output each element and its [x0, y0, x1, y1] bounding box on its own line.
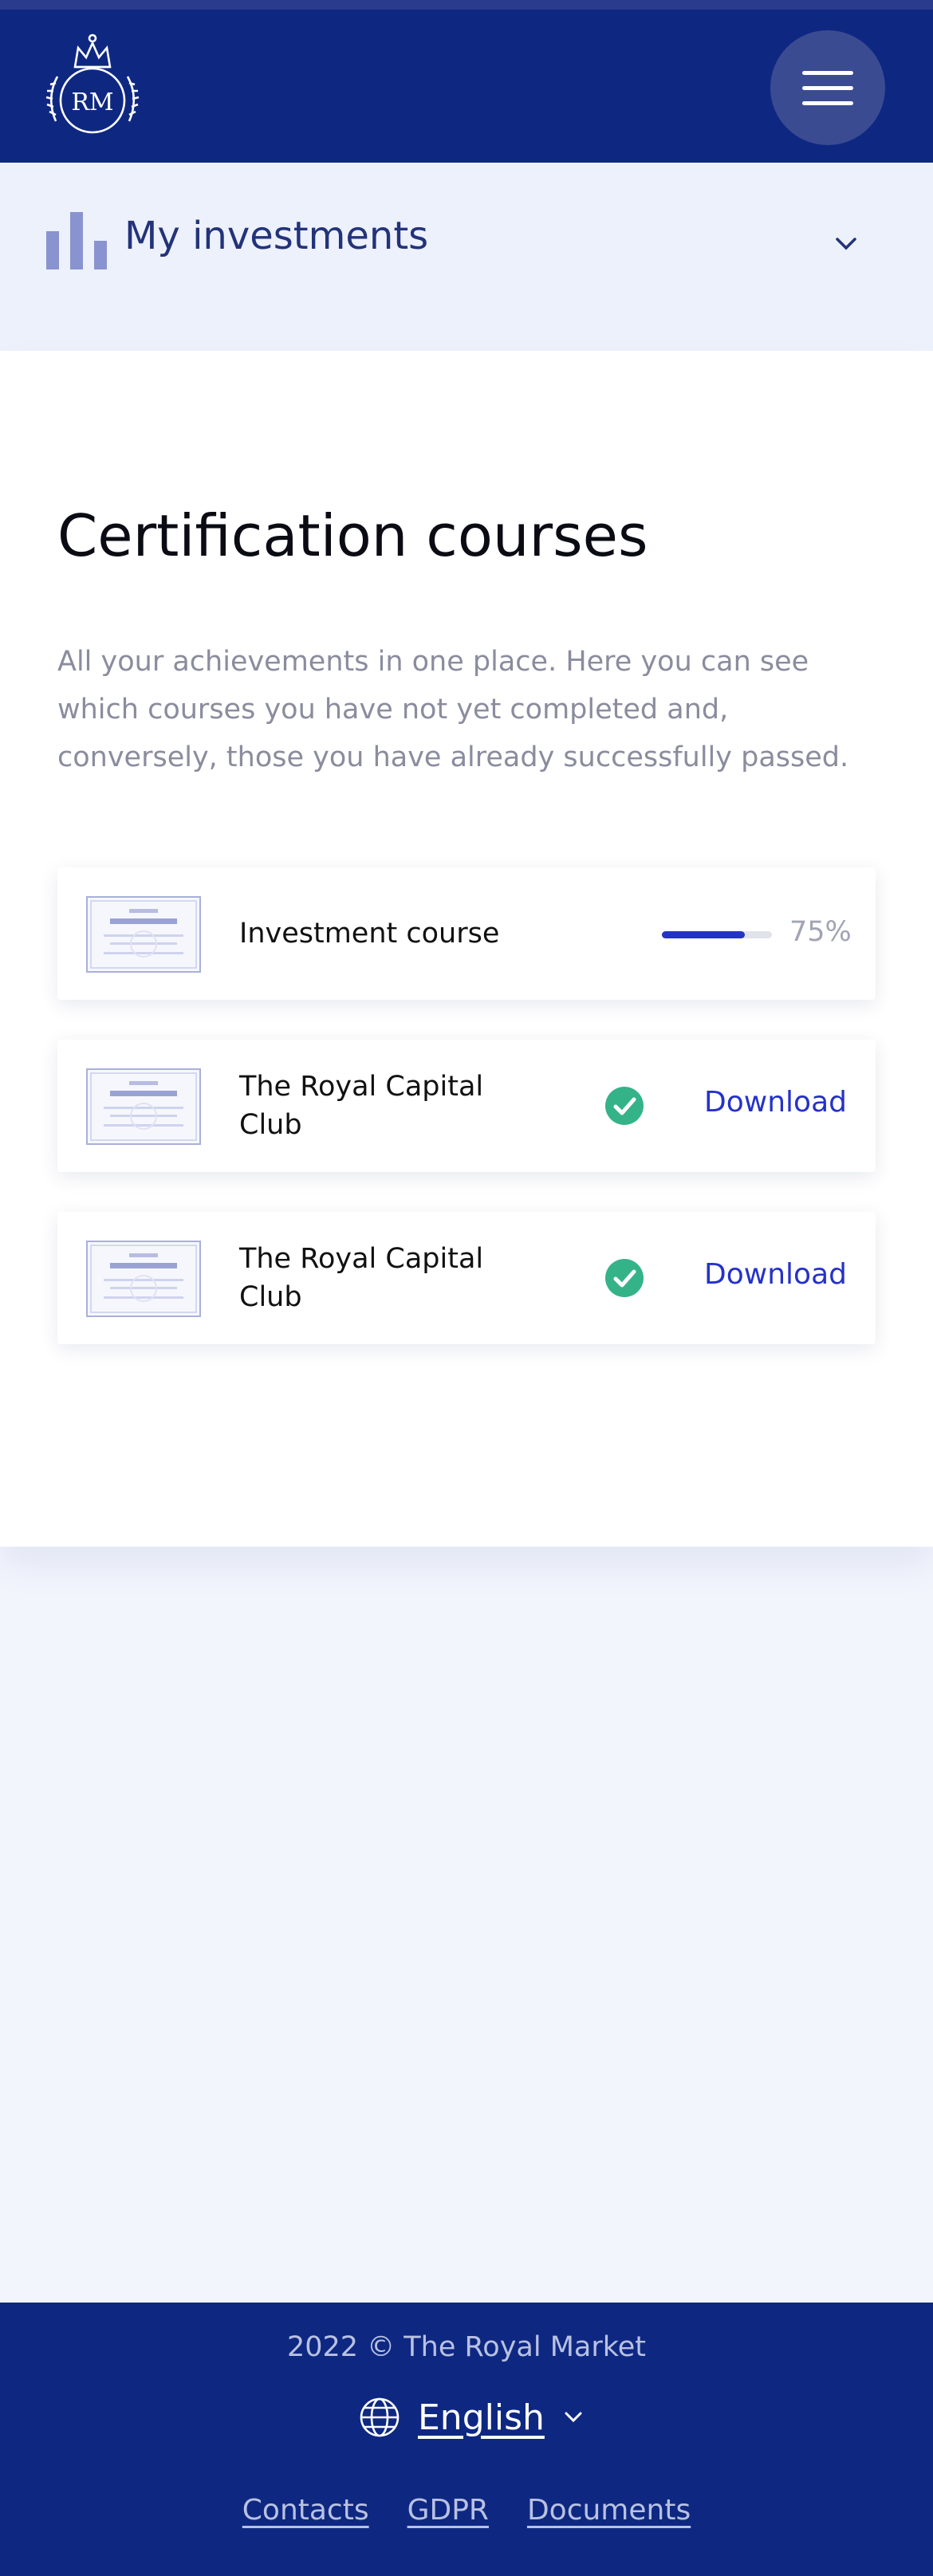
site-footer: 2022 © The Royal Market English Contacts…	[0, 2303, 933, 2576]
footer-link-gdpr[interactable]: GDPR	[407, 2494, 489, 2527]
course-name: The Royal Capital Club	[239, 1243, 484, 1313]
bar-chart-icon	[46, 212, 107, 269]
copyright-text: 2022 © The Royal Market	[286, 2331, 647, 2363]
certificate-thumbnail	[86, 1241, 201, 1317]
course-item[interactable]: Investment course 75%	[57, 867, 876, 1000]
language-selector[interactable]: English	[359, 2393, 585, 2441]
course-name: The Royal Capital Club	[239, 1071, 484, 1141]
check-circle-icon	[605, 1087, 644, 1125]
top-accent-line	[0, 0, 933, 10]
globe-icon	[360, 2397, 400, 2437]
course-progress-fill	[662, 931, 745, 938]
download-link[interactable]: Download	[704, 1086, 847, 1119]
page-description: All your achievements in one place. Here…	[57, 646, 849, 773]
royal-market-logo[interactable]: RM	[45, 27, 140, 147]
menu-button[interactable]	[770, 30, 885, 145]
footer-link-documents[interactable]: Documents	[527, 2494, 691, 2527]
download-link[interactable]: Download	[704, 1258, 847, 1291]
logo-monogram: RM	[71, 88, 113, 116]
my-investments-label: My investments	[124, 214, 429, 258]
footer-links: Contacts GDPR Documents	[0, 2494, 933, 2527]
page-title: Certification courses	[57, 502, 648, 569]
course-progress-bar	[662, 931, 772, 938]
certification-panel: Certification courses All your achieveme…	[0, 351, 933, 1547]
chevron-down-icon	[565, 2412, 582, 2423]
footer-link-contacts[interactable]: Contacts	[242, 2494, 369, 2527]
course-progress-percent: 75%	[789, 916, 852, 948]
my-investments-dropdown[interactable]: My investments	[0, 163, 933, 351]
course-name: Investment course	[239, 918, 500, 950]
site-header: RM	[0, 10, 933, 163]
certificate-thumbnail	[86, 1068, 201, 1145]
chevron-down-icon[interactable]	[833, 234, 860, 254]
language-label: English	[418, 2397, 545, 2438]
course-item[interactable]: The Royal Capital Club Download	[57, 1040, 876, 1172]
check-circle-icon	[605, 1259, 644, 1297]
certificate-thumbnail	[86, 896, 201, 973]
hamburger-icon	[802, 70, 853, 75]
course-item[interactable]: The Royal Capital Club Download	[57, 1212, 876, 1344]
